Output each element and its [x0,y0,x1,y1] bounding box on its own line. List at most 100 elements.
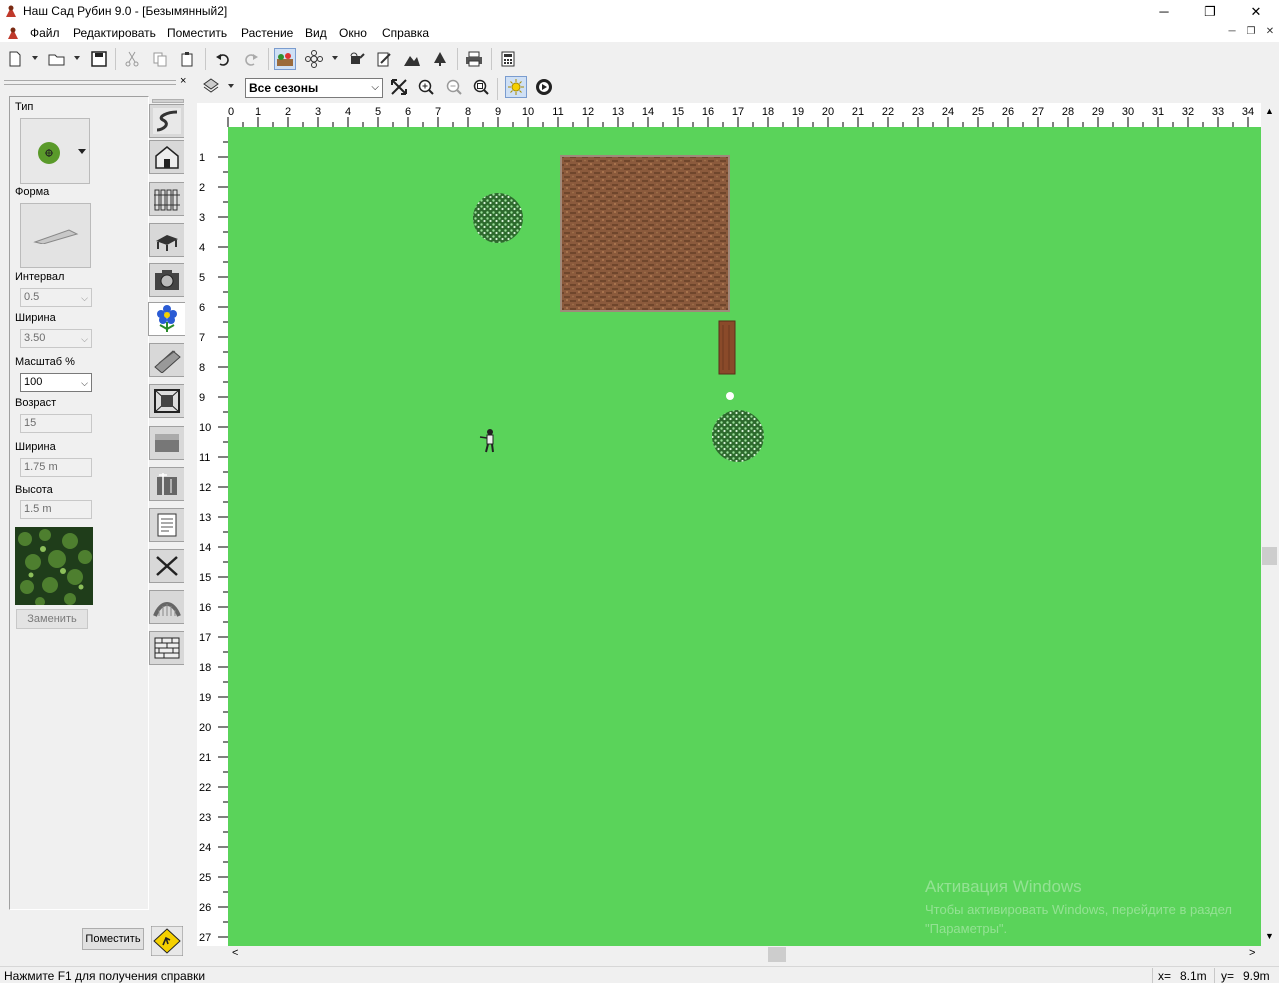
menu-view[interactable]: Вид [305,26,327,40]
ruler-top-label: 8 [465,106,471,118]
vertical-scrollbar[interactable]: ▲ ▼ [1261,103,1279,946]
width-combo[interactable]: 3.50 ⌵ [20,329,92,348]
white-flower[interactable] [726,392,734,400]
menu-bar: Файл Редактировать Поместить Растение Ви… [0,23,1279,43]
ruler-left-label: 19 [199,692,211,704]
height-label: Высота [15,484,53,496]
watering-can-icon[interactable] [345,48,367,70]
layers-dropdown-icon[interactable] [228,84,234,88]
redo-icon[interactable] [240,48,262,70]
plant-width-field[interactable]: 1.75 m [20,458,92,477]
wall-tab-icon[interactable] [149,631,184,665]
type-selector[interactable] [20,118,90,184]
texture-tab-icon[interactable] [149,426,184,460]
scroll-left-icon[interactable]: < [232,947,238,959]
person-figure[interactable] [479,429,494,453]
ruler-left-label: 15 [199,572,211,584]
interval-combo[interactable]: 0.5 ⌵ [20,288,92,307]
menu-file[interactable]: Файл [30,26,60,40]
new-dropdown-icon[interactable] [32,56,38,60]
log-tab-icon[interactable] [149,343,184,377]
scale-combo[interactable]: 100 ⌵ [20,373,92,392]
house-tab-icon[interactable] [149,140,184,174]
flower-tab-icon[interactable] [148,302,185,336]
ruler-top-label: 30 [1122,106,1134,118]
open-folder-icon[interactable] [46,48,68,70]
flower-dropdown-icon[interactable] [332,56,338,60]
text-tab-icon[interactable] [149,508,184,542]
layers-icon[interactable] [200,75,222,97]
shape-selector[interactable] [20,203,91,268]
shrub-2[interactable] [712,410,764,462]
notes-icon[interactable] [373,48,395,70]
shrub-1[interactable] [473,193,523,243]
save-icon[interactable] [88,48,110,70]
tools-tab-icon[interactable] [149,549,184,583]
menu-place[interactable]: Поместить [167,26,227,40]
copy-icon[interactable] [149,48,171,70]
horizontal-scrollbar[interactable]: < > [228,946,1261,963]
ruler-left-label: 17 [199,632,211,644]
maximize-button[interactable]: ❐ [1187,0,1233,23]
menu-plant[interactable]: Растение [241,26,293,40]
garden-bed[interactable] [560,155,730,312]
flower-settings-icon[interactable] [303,48,325,70]
main-toolbar [0,44,1279,74]
cut-icon[interactable] [121,48,143,70]
fit-view-icon[interactable] [388,76,410,98]
path-tab-icon[interactable] [149,104,184,138]
height-field[interactable]: 1.5 m [20,500,92,519]
menu-window[interactable]: Окно [339,26,367,40]
sun-icon[interactable] [505,76,527,98]
place-sign-icon[interactable] [150,925,184,957]
scroll-up-icon[interactable]: ▲ [1265,106,1274,116]
menu-edit[interactable]: Редактировать [73,26,156,40]
type-dropdown-icon[interactable] [78,149,86,154]
garden-canvas[interactable] [228,127,1261,946]
ruler-top-label: 2 [285,106,291,118]
undo-icon[interactable] [212,48,234,70]
bridge-tab-icon[interactable] [149,590,184,624]
tree-icon[interactable] [429,48,451,70]
replace-button[interactable]: Заменить [16,609,88,629]
scroll-down-icon[interactable]: ▼ [1265,931,1274,941]
ruler-left-label: 9 [199,392,205,404]
close-button[interactable]: ✕ [1233,0,1279,23]
new-file-icon[interactable] [4,48,26,70]
mdi-restore-button[interactable]: ❐ [1243,26,1259,40]
calculator-icon[interactable] [497,48,519,70]
camera-tab-icon[interactable] [149,263,184,297]
panel-grip[interactable] [4,80,176,85]
frame-tab-icon[interactable] [149,384,184,418]
minimize-button[interactable]: ─ [1141,0,1187,23]
trunk[interactable] [718,320,736,375]
scroll-right-icon[interactable]: > [1249,947,1255,959]
panel-close-button[interactable]: × [180,75,186,87]
zoom-window-icon[interactable] [470,76,492,98]
menu-help[interactable]: Справка [382,26,429,40]
zoom-out-icon[interactable] [443,76,465,98]
mdi-close-button[interactable]: ✕ [1262,26,1278,40]
bench-tab-icon[interactable] [149,223,184,257]
place-button[interactable]: Поместить [82,928,144,950]
ruler-top: 0 1 2 3 4 5 6 7 8 9 10 11 12 13 14 15 16 17 18 19 20 21 22 23 24… [197,103,1261,127]
terrain-icon[interactable] [401,48,423,70]
ruler-left-label: 7 [199,332,205,344]
document-icon[interactable] [6,26,20,40]
zoom-in-icon[interactable] [415,76,437,98]
ruler-top-label: 10 [522,106,534,118]
dimension-tab-icon[interactable] [149,467,184,501]
garden-bed-icon[interactable] [274,48,296,70]
animation-icon[interactable] [533,76,555,98]
vertical-scroll-thumb[interactable] [1262,547,1277,565]
print-icon[interactable] [463,48,485,70]
horizontal-scroll-thumb[interactable] [768,947,786,962]
season-select[interactable]: Все сезоны ⌵ [245,78,383,98]
age-field[interactable]: 15 [20,414,92,433]
fence-tab-icon[interactable] [149,182,184,216]
ruler-top-label: 33 [1212,106,1224,118]
type-label: Тип [15,101,34,113]
mdi-minimize-button[interactable]: ─ [1224,26,1240,40]
paste-icon[interactable] [177,48,199,70]
open-dropdown-icon[interactable] [74,56,80,60]
